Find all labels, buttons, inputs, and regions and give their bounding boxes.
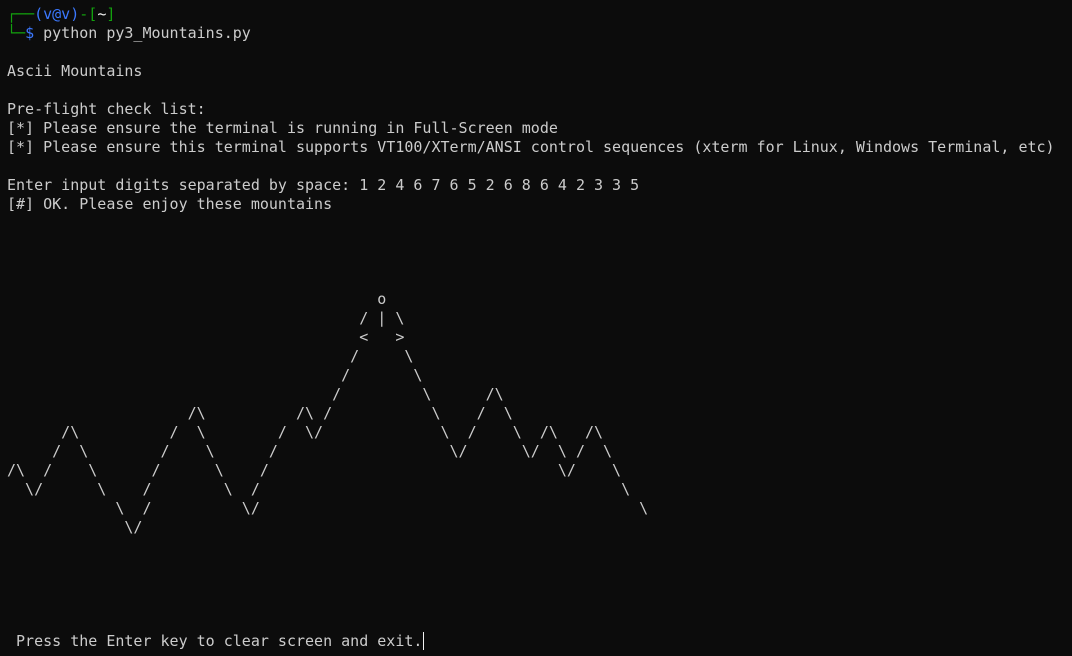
- mountain-art-line: / | \: [7, 309, 405, 327]
- prompt-bracket-open: [: [88, 5, 98, 23]
- prompt-dollar: $: [25, 24, 35, 42]
- checklist-heading: Pre-flight check list:: [7, 100, 206, 118]
- prompt-dash: -: [79, 5, 89, 23]
- prompt-bracket-close: ]: [106, 5, 116, 23]
- mountain-art-line: /\ /\ / \ / \: [7, 404, 513, 422]
- prompt-corner-bottom: └─: [7, 24, 26, 42]
- mountain-art-line: /\ / \ / \ / \/ \: [7, 461, 622, 479]
- command-line: └─$ python py3_Mountains.py: [7, 24, 251, 43]
- mountain-art-line: < >: [7, 328, 405, 346]
- checklist-item-fullscreen: [*] Please ensure the terminal is runnin…: [7, 119, 558, 137]
- mountain-art-line: \/: [7, 518, 143, 536]
- input-digits-line: Enter input digits separated by space: 1…: [7, 176, 640, 194]
- mountain-art-line: / \ /\: [7, 385, 504, 403]
- text-cursor[interactable]: [423, 632, 425, 650]
- output-title: Ascii Mountains: [7, 62, 143, 80]
- exit-prompt-text: Press the Enter key to clear screen and …: [7, 632, 423, 650]
- command-text: python py3_Mountains.py: [34, 24, 251, 42]
- exit-prompt-line: Press the Enter key to clear screen and …: [7, 632, 425, 651]
- mountain-art-line: \ / \/ \: [7, 499, 649, 517]
- mountain-art-line: / \: [7, 366, 423, 384]
- prompt-cwd: ~: [97, 5, 107, 23]
- prompt-corner-top: ┌──: [7, 5, 35, 23]
- ok-message: [#] OK. Please enjoy these mountains: [7, 195, 333, 213]
- terminal-window[interactable]: ┌──(v@v)-[~] └─$ python py3_Mountains.py…: [7, 5, 1072, 656]
- prompt-user-host: (v@v): [34, 5, 80, 23]
- checklist-item-vt100: [*] Please ensure this terminal supports…: [7, 138, 1055, 156]
- mountain-art-line: / \ / \ / \/ \/ \ / \: [7, 442, 613, 460]
- prompt-header-line: ┌──(v@v)-[~]: [7, 5, 115, 24]
- mountain-art-line: o: [7, 290, 387, 308]
- mountain-art-line: \/ \ / \ / \: [7, 480, 631, 498]
- mountain-art-line: / \: [7, 347, 414, 365]
- mountain-art-line: /\ / \ / \/ \ / \ /\ /\: [7, 423, 604, 441]
